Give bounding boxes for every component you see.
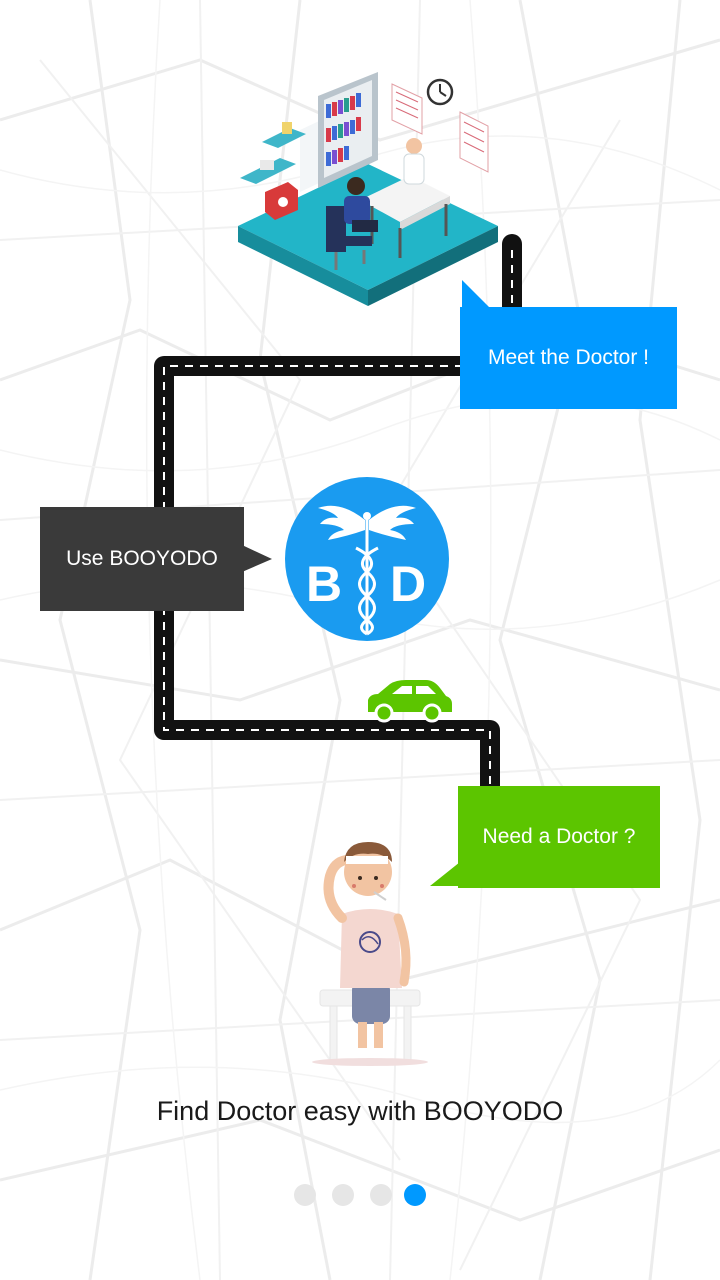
page-indicator bbox=[292, 1184, 432, 1206]
onboarding-tagline: Find Doctor easy with BOOYODO bbox=[156, 1096, 564, 1126]
page-dot-4-active[interactable] bbox=[404, 1184, 426, 1206]
bubble-tails bbox=[242, 280, 492, 886]
page-dot-3[interactable] bbox=[370, 1184, 392, 1206]
need-doctor-label: Need a Doctor ? bbox=[482, 825, 636, 848]
meet-doctor-bubble: Meet the Doctor ! bbox=[460, 307, 677, 409]
use-app-bubble: Use BOOYODO bbox=[40, 507, 244, 611]
need-doctor-bubble: Need a Doctor ? bbox=[458, 786, 660, 888]
meet-doctor-label: Meet the Doctor ! bbox=[487, 346, 650, 369]
page-dot-1[interactable] bbox=[294, 1184, 316, 1206]
page-dot-2[interactable] bbox=[332, 1184, 354, 1206]
use-app-label: Use BOOYODO bbox=[66, 547, 218, 570]
